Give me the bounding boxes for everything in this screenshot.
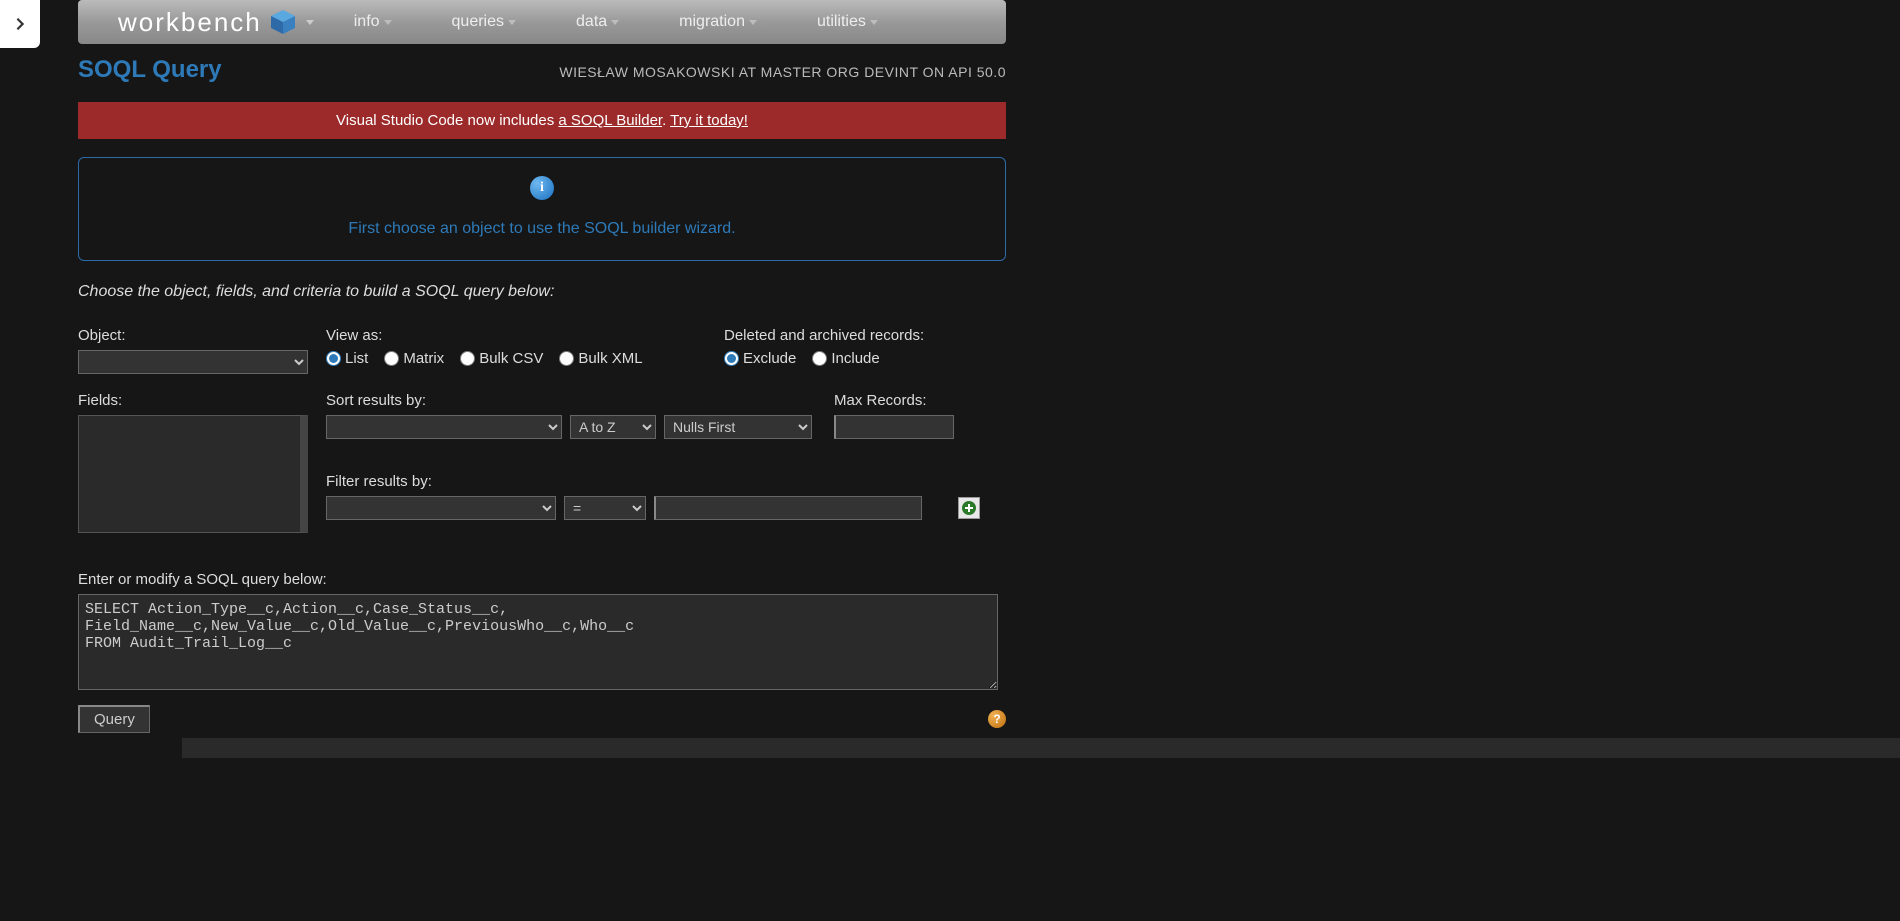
announce-link-builder[interactable]: a SOQL Builder [558, 112, 662, 129]
deleted-exclude-radio[interactable] [724, 351, 739, 366]
max-records-label: Max Records: [834, 392, 954, 409]
soql-query-textarea[interactable] [78, 594, 998, 690]
expand-panel-tab[interactable] [0, 0, 40, 48]
view-as-bulkxml-radio[interactable] [559, 351, 574, 366]
deleted-label: Deleted and archived records: [724, 327, 1006, 344]
chevron-down-icon [749, 20, 757, 25]
cube-icon [268, 7, 298, 37]
page-title: SOQL Query [78, 56, 222, 84]
view-as-bulkxml[interactable]: Bulk XML [559, 350, 642, 367]
chevron-down-icon [508, 20, 516, 25]
nav-label: data [576, 13, 607, 31]
nav-label: info [354, 13, 380, 31]
info-text: First choose an object to use the SOQL b… [79, 220, 1005, 238]
nav-data[interactable]: data [576, 13, 619, 31]
footer-bar [182, 738, 1900, 758]
nav-label: migration [679, 13, 745, 31]
sort-direction-select[interactable]: A to Z [570, 415, 656, 439]
nav-info[interactable]: info [354, 13, 392, 31]
query-button[interactable]: Query [78, 705, 150, 733]
sort-nulls-select[interactable]: Nulls First [664, 415, 812, 439]
sort-label: Sort results by: [326, 392, 834, 409]
fields-multiselect[interactable] [78, 415, 308, 533]
view-as-bulkcsv-radio[interactable] [460, 351, 475, 366]
filter-op-select[interactable]: = [564, 496, 646, 520]
view-as-bulkcsv[interactable]: Bulk CSV [460, 350, 543, 367]
chevron-down-icon [306, 20, 314, 25]
announcement-banner: Visual Studio Code now includes a SOQL B… [78, 102, 1006, 139]
info-panel: i First choose an object to use the SOQL… [78, 157, 1006, 261]
filter-value-input[interactable] [654, 496, 922, 520]
top-nav: workbench info queries data migration ut… [78, 0, 1006, 44]
sort-field-select[interactable] [326, 415, 562, 439]
fields-label: Fields: [78, 392, 326, 409]
add-filter-button[interactable] [958, 497, 980, 519]
view-as-label: View as: [326, 327, 724, 344]
nav-migration[interactable]: migration [679, 13, 757, 31]
deleted-exclude[interactable]: Exclude [724, 350, 796, 367]
nav-queries[interactable]: queries [452, 13, 516, 31]
announce-link-try[interactable]: Try it today! [670, 112, 748, 129]
view-as-group: List Matrix Bulk CSV Bulk XML [326, 350, 724, 367]
filter-field-select[interactable] [326, 496, 556, 520]
view-as-list-radio[interactable] [326, 351, 341, 366]
chevron-down-icon [611, 20, 619, 25]
nav-utilities[interactable]: utilities [817, 13, 878, 31]
chevron-down-icon [870, 20, 878, 25]
max-records-input[interactable] [834, 415, 954, 439]
nav-label: queries [452, 13, 504, 31]
brand[interactable]: workbench [118, 7, 314, 38]
user-context: WIESŁAW MOSAKOWSKI AT MASTER ORG DEVINT … [559, 64, 1006, 80]
view-as-matrix[interactable]: Matrix [384, 350, 444, 367]
object-select[interactable] [78, 350, 308, 374]
announce-text: Visual Studio Code now includes [336, 112, 558, 129]
query-textarea-label: Enter or modify a SOQL query below: [78, 571, 1006, 588]
view-as-matrix-radio[interactable] [384, 351, 399, 366]
view-as-list[interactable]: List [326, 350, 368, 367]
deleted-group: Exclude Include [724, 350, 1006, 367]
instruction-text: Choose the object, fields, and criteria … [78, 283, 1006, 301]
info-icon: i [530, 176, 554, 200]
brand-text: workbench [118, 7, 262, 38]
deleted-include[interactable]: Include [812, 350, 879, 367]
chevron-down-icon [384, 20, 392, 25]
object-label: Object: [78, 327, 326, 344]
nav-label: utilities [817, 13, 866, 31]
chevron-right-icon [13, 17, 27, 31]
deleted-include-radio[interactable] [812, 351, 827, 366]
plus-icon [961, 500, 977, 516]
help-icon[interactable]: ? [988, 710, 1006, 728]
filter-label: Filter results by: [326, 473, 1006, 490]
